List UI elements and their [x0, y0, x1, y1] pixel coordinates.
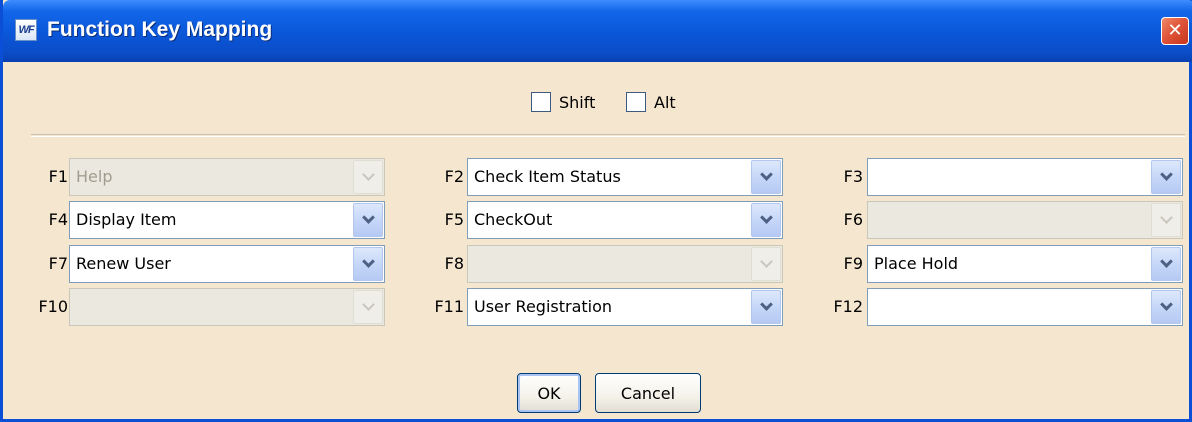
f1-dropdown[interactable]: Help — [69, 158, 385, 196]
f11-dropdown[interactable]: User Registration — [467, 288, 783, 326]
shift-label: Shift — [559, 92, 596, 112]
f9-value: Place Hold — [874, 254, 959, 273]
chevron-down-icon[interactable] — [751, 203, 781, 237]
chevron-down-icon[interactable] — [1151, 247, 1181, 281]
f7-label: F7 — [48, 254, 68, 273]
chevron-down-icon[interactable] — [1151, 160, 1181, 194]
app-icon: WF — [15, 19, 37, 41]
f9-dropdown[interactable]: Place Hold — [867, 245, 1183, 283]
modifier-row: Shift Alt — [3, 88, 1192, 116]
f5-label: F5 — [444, 210, 464, 229]
separator — [31, 134, 1185, 137]
chevron-down-icon[interactable] — [751, 247, 781, 281]
f4-value: Display Item — [76, 210, 177, 229]
chevron-down-icon[interactable] — [353, 160, 383, 194]
f10-label: F10 — [38, 297, 68, 316]
f11-label: F11 — [434, 297, 464, 316]
cancel-button[interactable]: Cancel — [595, 373, 701, 413]
f3-dropdown[interactable] — [867, 158, 1183, 196]
ok-button[interactable]: OK — [517, 373, 581, 413]
f4-label: F4 — [48, 210, 68, 229]
f10-dropdown[interactable] — [69, 288, 385, 326]
f9-label: F9 — [843, 254, 863, 273]
f7-value: Renew User — [76, 254, 171, 273]
f3-label: F3 — [843, 167, 863, 186]
f2-label: F2 — [444, 167, 464, 186]
function-key-mapping-dialog: WF Function Key Mapping ✕ Shift Alt F1 H… — [0, 0, 1192, 422]
alt-checkbox[interactable] — [626, 92, 646, 112]
alt-modifier[interactable]: Alt — [626, 88, 676, 116]
f6-dropdown[interactable] — [867, 201, 1183, 239]
f6-label: F6 — [843, 210, 863, 229]
chevron-down-icon[interactable] — [1151, 290, 1181, 324]
f5-dropdown[interactable]: CheckOut — [467, 201, 783, 239]
f12-dropdown[interactable] — [867, 288, 1183, 326]
f4-dropdown[interactable]: Display Item — [69, 201, 385, 239]
f5-value: CheckOut — [474, 210, 553, 229]
f7-dropdown[interactable]: Renew User — [69, 245, 385, 283]
chevron-down-icon[interactable] — [353, 247, 383, 281]
shift-checkbox[interactable] — [531, 92, 551, 112]
alt-label: Alt — [654, 92, 676, 112]
f8-label: F8 — [444, 254, 464, 273]
chevron-down-icon[interactable] — [751, 290, 781, 324]
f1-value: Help — [76, 167, 113, 186]
close-icon[interactable]: ✕ — [1161, 17, 1189, 45]
title-bar[interactable]: WF Function Key Mapping ✕ — [3, 0, 1192, 62]
chevron-down-icon[interactable] — [751, 160, 781, 194]
f11-value: User Registration — [474, 297, 613, 316]
shift-modifier[interactable]: Shift — [531, 88, 595, 116]
chevron-down-icon[interactable] — [353, 203, 383, 237]
f2-dropdown[interactable]: Check Item Status — [467, 158, 783, 196]
f2-value: Check Item Status — [474, 167, 621, 186]
f8-dropdown[interactable] — [467, 245, 783, 283]
chevron-down-icon[interactable] — [353, 290, 383, 324]
window-title: Function Key Mapping — [47, 18, 273, 41]
f1-label: F1 — [48, 167, 68, 186]
chevron-down-icon[interactable] — [1151, 203, 1181, 237]
f12-label: F12 — [833, 297, 863, 316]
